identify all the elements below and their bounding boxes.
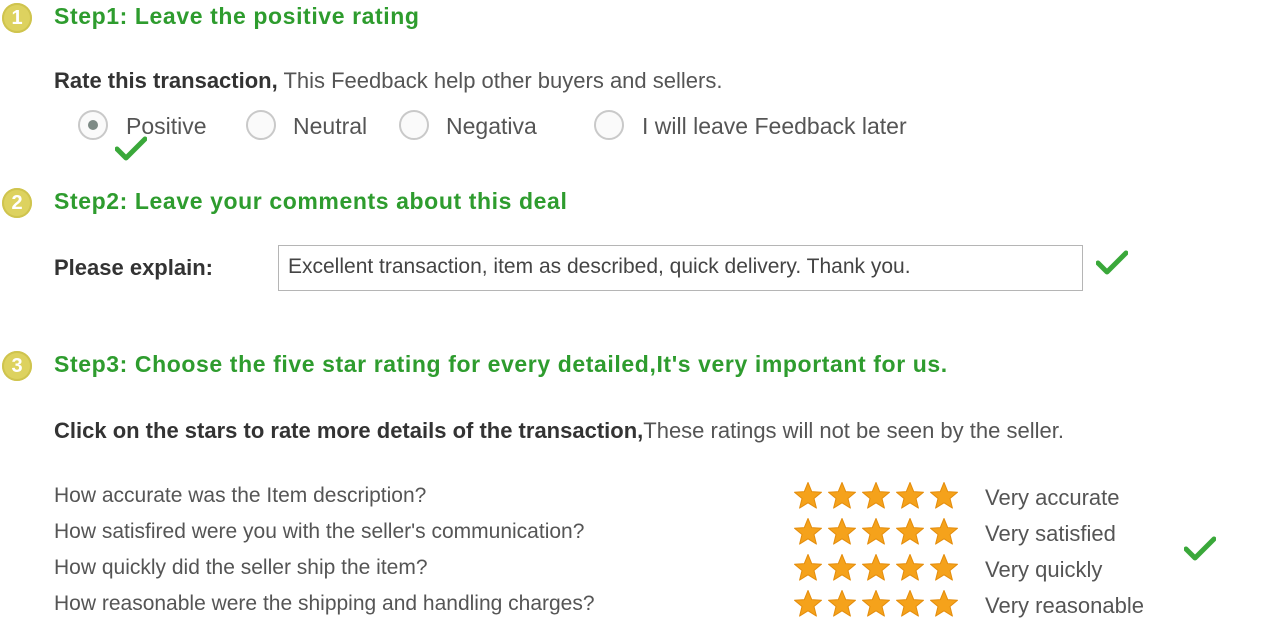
rating-question-shipping-speed: How quickly did the seller ship the item…: [54, 556, 428, 579]
star-icon[interactable]: [895, 481, 925, 511]
star-icon[interactable]: [929, 481, 959, 511]
star-icon[interactable]: [929, 589, 959, 619]
radio-leave-later[interactable]: [594, 110, 624, 140]
star-icon[interactable]: [793, 481, 823, 511]
comment-input[interactable]: Excellent transaction, item as described…: [278, 245, 1083, 291]
star-icon[interactable]: [895, 553, 925, 583]
radio-positive[interactable]: [78, 110, 108, 140]
star-icon[interactable]: [895, 589, 925, 619]
radio-leave-later-label[interactable]: I will leave Feedback later: [642, 113, 907, 140]
star-icon[interactable]: [827, 553, 857, 583]
star-icon[interactable]: [861, 481, 891, 511]
star-icon[interactable]: [827, 481, 857, 511]
step-1-badge: 1: [2, 3, 32, 33]
star-icon[interactable]: [929, 553, 959, 583]
star-icon[interactable]: [861, 589, 891, 619]
ratings-checkmark-icon: [1184, 536, 1216, 561]
star-instruction-text: Click on the stars to rate more details …: [54, 418, 1064, 444]
rating-label-communication: Very satisfied: [985, 521, 1116, 546]
rating-label-shipping-speed: Very quickly: [985, 557, 1103, 582]
star-rating-charges[interactable]: [793, 589, 959, 619]
step-2-title: Step2: Leave your comments about this de…: [54, 188, 568, 214]
rate-lead: Rate this transaction,: [54, 68, 278, 93]
star-icon[interactable]: [827, 517, 857, 547]
rating-label-accuracy: Very accurate: [985, 485, 1120, 510]
radio-neutral[interactable]: [246, 110, 276, 140]
star-icon[interactable]: [861, 553, 891, 583]
rating-question-communication: How satisfired were you with the seller'…: [54, 520, 585, 543]
star-rating-communication[interactable]: [793, 517, 959, 547]
step-3-badge: 3: [2, 351, 32, 381]
rating-label-charges: Very reasonable: [985, 593, 1144, 618]
rating-question-accuracy: How accurate was the Item description?: [54, 484, 427, 507]
step-3-title: Step3: Choose the five star rating for e…: [54, 351, 948, 377]
star-rating-accuracy[interactable]: [793, 481, 959, 511]
radio-negativa[interactable]: [399, 110, 429, 140]
star-icon[interactable]: [929, 517, 959, 547]
star-icon[interactable]: [793, 553, 823, 583]
radio-negativa-label[interactable]: Negativa: [446, 113, 537, 140]
star-icon[interactable]: [861, 517, 891, 547]
star-icon[interactable]: [793, 517, 823, 547]
radio-selected-dot: [88, 120, 98, 130]
rate-description: This Feedback help other buyers and sell…: [283, 68, 723, 93]
star-rating-shipping-speed[interactable]: [793, 553, 959, 583]
radio-neutral-label[interactable]: Neutral: [293, 113, 367, 140]
rating-question-charges: How reasonable were the shipping and han…: [54, 592, 595, 615]
step-1-title: Step1: Leave the positive rating: [54, 3, 420, 29]
comment-checkmark-icon: [1096, 250, 1128, 275]
star-icon[interactable]: [895, 517, 925, 547]
star-instruction-description: These ratings will not be seen by the se…: [643, 418, 1064, 443]
star-icon[interactable]: [793, 589, 823, 619]
positive-checkmark-icon: [115, 136, 147, 161]
rate-transaction-text: Rate this transaction, This Feedback hel…: [54, 68, 722, 94]
star-instruction-lead: Click on the stars to rate more details …: [54, 418, 644, 443]
explain-label: Please explain:: [54, 255, 213, 280]
star-icon[interactable]: [827, 589, 857, 619]
step-2-badge: 2: [2, 188, 32, 218]
